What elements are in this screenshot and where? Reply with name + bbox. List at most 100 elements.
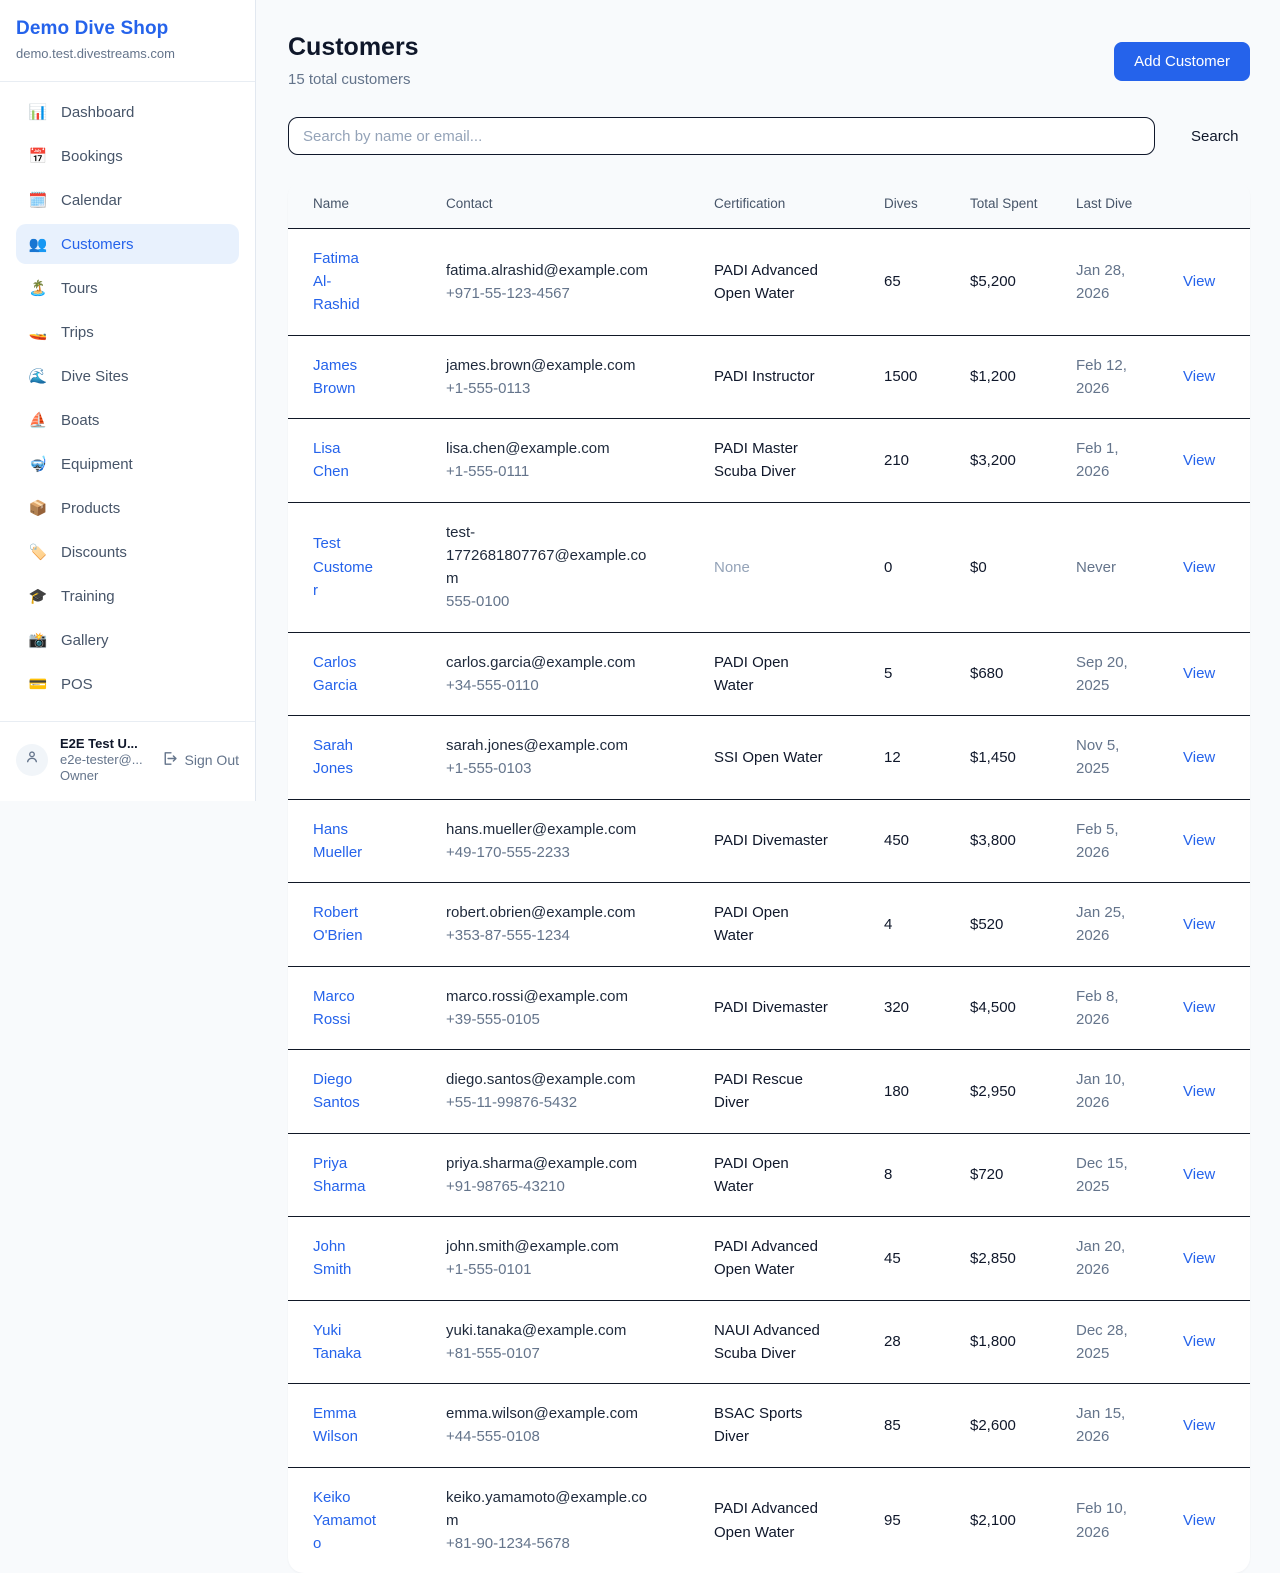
customer-name-link[interactable]: James Brown bbox=[313, 357, 357, 397]
table-row: Emma Wilson emma.wilson@example.com +44-… bbox=[288, 1384, 1250, 1468]
customer-name-link[interactable]: Priya Sharma bbox=[313, 1155, 366, 1195]
customer-certification: BSAC Sports Diver bbox=[714, 1405, 802, 1445]
customer-last-dive: Never bbox=[1076, 559, 1116, 576]
customer-total-spent: $2,100 bbox=[958, 1467, 1064, 1573]
customer-certification: PADI Open Water bbox=[714, 1155, 789, 1195]
view-customer-link[interactable]: View bbox=[1183, 749, 1215, 766]
sidebar-item-gallery[interactable]: 📸 Gallery bbox=[16, 620, 239, 660]
customer-name-link[interactable]: Keiko Yamamoto bbox=[313, 1489, 376, 1553]
col-header-dives: Dives bbox=[872, 181, 958, 228]
sidebar-item-trips[interactable]: 🚤 Trips bbox=[16, 312, 239, 352]
sidebar-item-pos[interactable]: 💳 POS bbox=[16, 664, 239, 704]
customer-last-dive: Jan 10, 2026 bbox=[1076, 1071, 1125, 1111]
graduation-cap-icon: 🎓 bbox=[28, 589, 48, 604]
view-customer-link[interactable]: View bbox=[1183, 999, 1215, 1016]
sidebar-item-bookings[interactable]: 📅 Bookings bbox=[16, 136, 239, 176]
customer-name-link[interactable]: Lisa Chen bbox=[313, 440, 349, 480]
view-customer-link[interactable]: View bbox=[1183, 452, 1215, 469]
sign-out-button[interactable]: Sign Out bbox=[161, 750, 239, 770]
customer-last-dive: Dec 15, 2025 bbox=[1076, 1155, 1128, 1195]
view-customer-link[interactable]: View bbox=[1183, 1333, 1215, 1350]
view-customer-link[interactable]: View bbox=[1183, 559, 1215, 576]
customer-name-link[interactable]: John Smith bbox=[313, 1238, 351, 1278]
view-customer-link[interactable]: View bbox=[1183, 665, 1215, 682]
view-customer-link[interactable]: View bbox=[1183, 1083, 1215, 1100]
sidebar-item-label: Tours bbox=[61, 280, 98, 297]
customer-name-link[interactable]: Carlos Garcia bbox=[313, 654, 357, 694]
sidebar-item-label: POS bbox=[61, 676, 93, 693]
table-row: John Smith john.smith@example.com +1-555… bbox=[288, 1217, 1250, 1301]
sidebar-item-dive-sites[interactable]: 🌊 Dive Sites bbox=[16, 356, 239, 396]
customer-email: john.smith@example.com bbox=[446, 1235, 656, 1258]
view-customer-link[interactable]: View bbox=[1183, 916, 1215, 933]
customer-phone: +81-555-0107 bbox=[446, 1342, 656, 1365]
customer-name-link[interactable]: Yuki Tanaka bbox=[313, 1322, 361, 1362]
customer-phone: +971-55-123-4567 bbox=[446, 282, 656, 305]
customer-total-spent: $3,200 bbox=[958, 419, 1064, 503]
customer-dives: 12 bbox=[872, 716, 958, 800]
sidebar-item-products[interactable]: 📦 Products bbox=[16, 488, 239, 528]
sidebar-item-dashboard[interactable]: 📊 Dashboard bbox=[16, 92, 239, 132]
col-header-contact: Contact bbox=[434, 181, 702, 228]
customer-certification: PADI Open Water bbox=[714, 904, 789, 944]
view-customer-link[interactable]: View bbox=[1183, 1250, 1215, 1267]
customer-count: 15 total customers bbox=[288, 71, 419, 88]
customer-name-link[interactable]: Diego Santos bbox=[313, 1071, 360, 1111]
customer-name-link[interactable]: Marco Rossi bbox=[313, 988, 355, 1028]
add-customer-button[interactable]: Add Customer bbox=[1114, 42, 1250, 81]
customer-name-link[interactable]: Test Customer bbox=[313, 535, 373, 599]
table-row: Hans Mueller hans.mueller@example.com +4… bbox=[288, 799, 1250, 883]
customer-certification: PADI Advanced Open Water bbox=[714, 262, 818, 302]
customer-total-spent: $5,200 bbox=[958, 228, 1064, 335]
sidebar-item-boats[interactable]: ⛵ Boats bbox=[16, 400, 239, 440]
view-customer-link[interactable]: View bbox=[1183, 1417, 1215, 1434]
sidebar-item-label: Bookings bbox=[61, 148, 123, 165]
customer-email: fatima.alrashid@example.com bbox=[446, 259, 656, 282]
customer-name-link[interactable]: Hans Mueller bbox=[313, 821, 362, 861]
customer-certification: PADI Divemaster bbox=[714, 832, 828, 849]
customer-name-link[interactable]: Sarah Jones bbox=[313, 737, 353, 777]
customer-last-dive: Jan 28, 2026 bbox=[1076, 262, 1125, 302]
sidebar-item-calendar[interactable]: 🗓️ Calendar bbox=[16, 180, 239, 220]
sidebar-item-tours[interactable]: 🏝️ Tours bbox=[16, 268, 239, 308]
spiral-calendar-icon: 🗓️ bbox=[28, 193, 48, 208]
customer-dives: 65 bbox=[872, 228, 958, 335]
customer-last-dive: Feb 8, 2026 bbox=[1076, 988, 1119, 1028]
customer-name-link[interactable]: Fatima Al-Rashid bbox=[313, 250, 360, 314]
customer-certification: PADI Master Scuba Diver bbox=[714, 440, 798, 480]
customer-total-spent: $2,850 bbox=[958, 1217, 1064, 1301]
sidebar-item-discounts[interactable]: 🏷️ Discounts bbox=[16, 532, 239, 572]
customer-name-link[interactable]: Robert O'Brien bbox=[313, 904, 363, 944]
customer-certification: PADI Rescue Diver bbox=[714, 1071, 803, 1111]
customer-last-dive: Feb 1, 2026 bbox=[1076, 440, 1119, 480]
sidebar-item-training[interactable]: 🎓 Training bbox=[16, 576, 239, 616]
customer-phone: +55-11-99876-5432 bbox=[446, 1091, 656, 1114]
customer-name-link[interactable]: Emma Wilson bbox=[313, 1405, 358, 1445]
view-customer-link[interactable]: View bbox=[1183, 1166, 1215, 1183]
customer-dives: 28 bbox=[872, 1300, 958, 1384]
customers-table-card: Name Contact Certification Dives Total S… bbox=[288, 181, 1250, 1573]
customer-total-spent: $680 bbox=[958, 632, 1064, 716]
sidebar-item-equipment[interactable]: 🤿 Equipment bbox=[16, 444, 239, 484]
table-row: Fatima Al-Rashid fatima.alrashid@example… bbox=[288, 228, 1250, 335]
customer-total-spent: $2,950 bbox=[958, 1050, 1064, 1134]
view-customer-link[interactable]: View bbox=[1183, 273, 1215, 290]
view-customer-link[interactable]: View bbox=[1183, 368, 1215, 385]
customer-certification: None bbox=[714, 559, 750, 576]
person-icon bbox=[24, 749, 40, 770]
customer-last-dive: Nov 5, 2025 bbox=[1076, 737, 1119, 777]
view-customer-link[interactable]: View bbox=[1183, 1512, 1215, 1529]
user-meta: E2E Test U... e2e-tester@... Owner bbox=[60, 736, 149, 783]
shop-title[interactable]: Demo Dive Shop bbox=[16, 18, 239, 40]
customer-dives: 320 bbox=[872, 966, 958, 1050]
table-row: Lisa Chen lisa.chen@example.com +1-555-0… bbox=[288, 419, 1250, 503]
customer-email: carlos.garcia@example.com bbox=[446, 651, 656, 674]
speedboat-icon: 🚤 bbox=[28, 325, 48, 340]
sidebar-item-label: Products bbox=[61, 500, 120, 517]
package-icon: 📦 bbox=[28, 501, 48, 516]
customer-certification: PADI Instructor bbox=[714, 368, 815, 385]
view-customer-link[interactable]: View bbox=[1183, 832, 1215, 849]
search-input[interactable] bbox=[288, 117, 1155, 155]
search-button[interactable]: Search bbox=[1181, 120, 1249, 153]
sidebar-item-customers[interactable]: 👥 Customers bbox=[16, 224, 239, 264]
